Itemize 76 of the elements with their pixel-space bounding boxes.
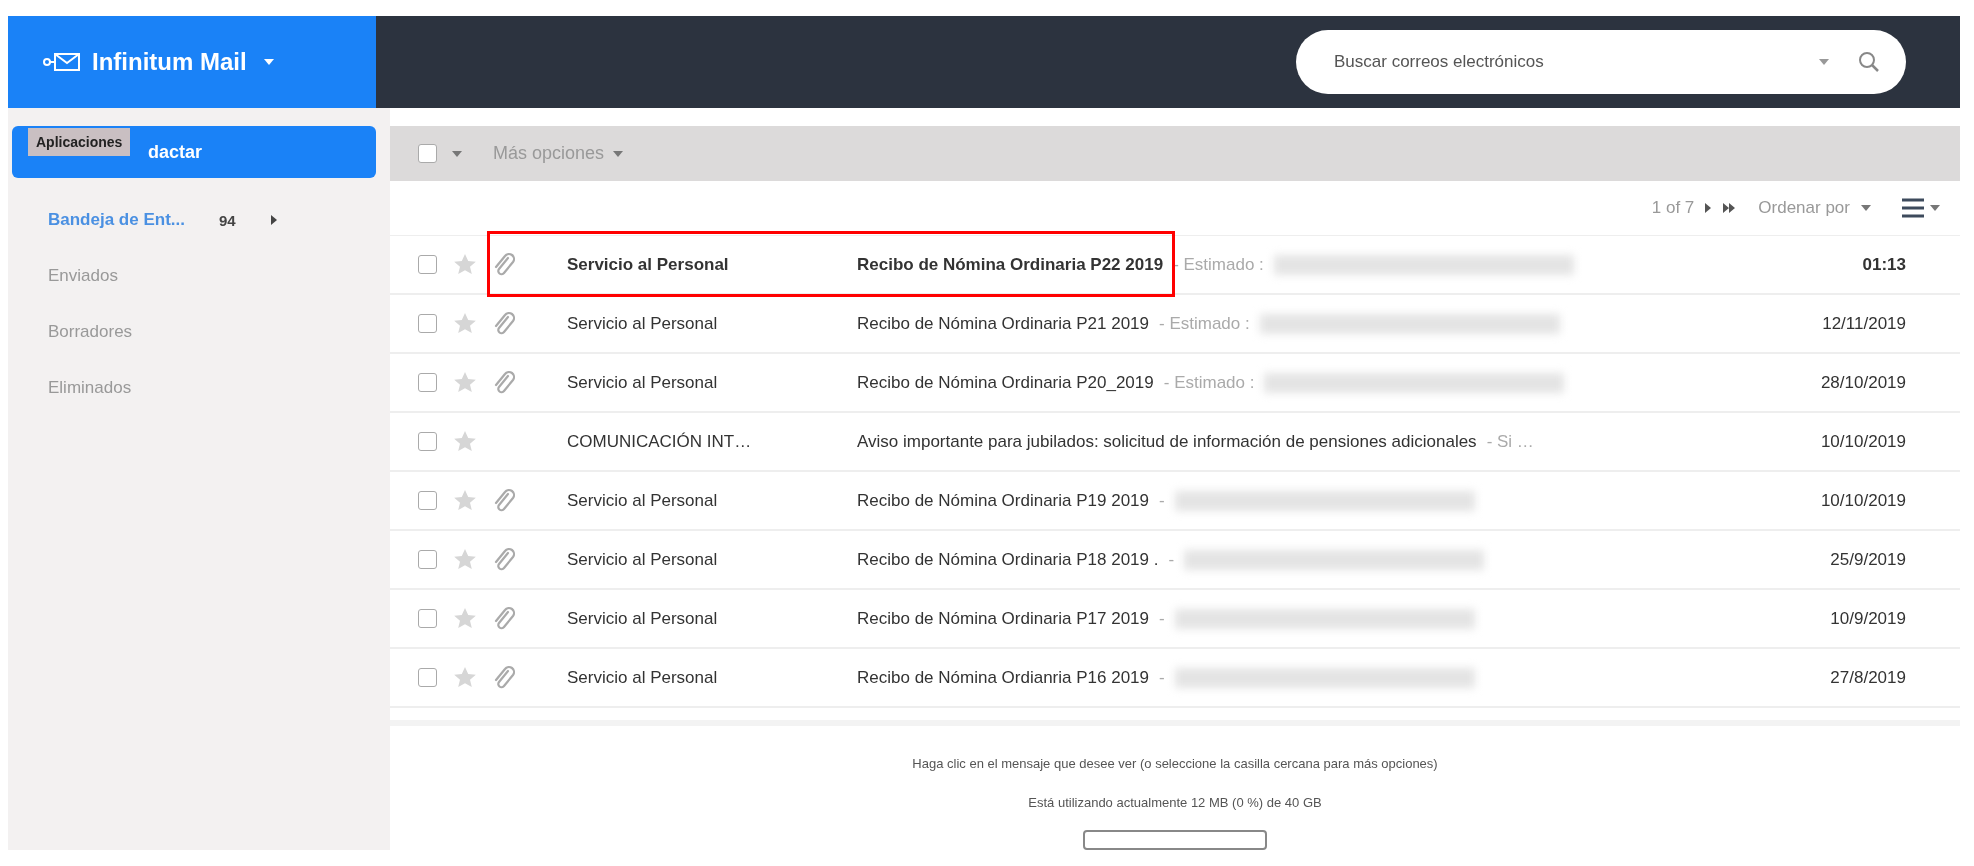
star-icon[interactable] [453, 429, 477, 454]
message-preview: - Estimado : [1173, 254, 1264, 275]
row-checkbox[interactable] [418, 314, 437, 333]
last-page-icon[interactable] [1722, 202, 1737, 214]
sender-name: Servicio al Personal [567, 667, 719, 688]
search-field[interactable]: Buscar correos electrónicos [1296, 30, 1906, 94]
menu-icon[interactable] [1900, 197, 1942, 219]
sender-name: Servicio al Personal [567, 254, 730, 275]
message-date: 28/10/2019 [1819, 372, 1907, 393]
message-subject: Recibo de Nómina Ordinaria P19 2019 [857, 490, 1149, 511]
star-icon[interactable] [453, 370, 477, 395]
row-checkbox[interactable] [418, 373, 437, 392]
message-preview: - Si … [1486, 431, 1534, 452]
message-row[interactable]: Servicio al Personal Recibo de Nómina Ordinaria P18 2019 . - 25/9/2019 [390, 531, 1960, 590]
message-date: 25/9/2019 [1829, 549, 1907, 570]
caret-down-icon[interactable] [451, 149, 463, 158]
message-subject: Recibo de Nómina Ordinaria P18 2019 . [857, 549, 1159, 570]
sender-name: Servicio al Personal [567, 549, 719, 570]
select-all-checkbox[interactable] [418, 144, 437, 163]
message-preview: - [1168, 549, 1175, 570]
message-row[interactable]: Servicio al Personal Recibo de Nómina Ordinaria P20_2019 - Estimado : 28/10/2019 [390, 354, 1960, 413]
tooltip: Aplicaciones [28, 128, 131, 156]
caret-down-icon[interactable] [612, 149, 625, 158]
sender-name: Servicio al Personal [567, 313, 719, 334]
message-subject: Recibo de Nómina Ordinaria P17 2019 [857, 608, 1149, 629]
message-row[interactable]: COMUNICACIÓN INT… Aviso importante para jubilados: solicitud de información de pensiones adicionales - Si … 10/10/2019 [390, 413, 1960, 472]
message-row[interactable]: Servicio al Personal Recibo de Nómina Ordinaria P19 2019 - 10/10/2019 [390, 472, 1960, 531]
message-subject: Recibo de Nómina Ordinaria P22 2019 [857, 254, 1164, 275]
message-subject: Recibo de Nómina Ordinaria P21 2019 [857, 313, 1149, 334]
sender-name: Servicio al Personal [567, 490, 719, 511]
envelope-logo-icon [42, 51, 82, 73]
star-icon[interactable] [453, 311, 477, 336]
message-row[interactable]: Servicio al Personal Recibo de Nómina Ordianria P16 2019 - 27/8/2019 [390, 649, 1960, 708]
sender-name: COMUNICACIÓN INT… [567, 431, 753, 452]
row-checkbox[interactable] [418, 491, 437, 510]
message-subject: Aviso importante para jubilados: solicitud de información de pensiones adicionales [857, 431, 1477, 452]
star-icon[interactable] [453, 252, 477, 277]
message-preview: - Estimado : [1159, 313, 1250, 334]
star-icon[interactable] [453, 665, 477, 690]
message-row[interactable]: Servicio al Personal Recibo de Nómina Ordinaria P22 2019 - Estimado : 01:13 [390, 236, 1960, 295]
message-date: 01:13 [1861, 254, 1907, 275]
message-preview: - Estimado : [1163, 372, 1255, 393]
message-date: 12/11/2019 [1821, 313, 1907, 334]
star-icon[interactable] [453, 606, 477, 631]
search-icon[interactable] [1858, 51, 1880, 73]
message-subject: Recibo de Nómina Ordinaria P20_2019 [857, 372, 1154, 393]
message-row[interactable]: Servicio al Personal Recibo de Nómina Ordinaria P17 2019 - 10/9/2019 [390, 590, 1960, 649]
next-page-icon[interactable] [1704, 202, 1713, 214]
message-date: 10/9/2019 [1829, 608, 1907, 629]
caret-down-icon [262, 58, 275, 66]
message-row[interactable]: Servicio al Personal Recibo de Nómina Ordinaria P21 2019 - Estimado : 12/11/2019 [390, 295, 1960, 354]
message-date: 10/10/2019 [1819, 490, 1907, 511]
message-date: 27/8/2019 [1829, 667, 1907, 688]
message-preview: - [1159, 608, 1165, 629]
message-subject: Recibo de Nómina Ordianria P16 2019 [857, 667, 1149, 688]
sender-name: Servicio al Personal [567, 608, 719, 629]
folder-item[interactable]: Bandeja de Ent... 94 [12, 192, 390, 248]
page-range: 1 of 7 [1651, 198, 1695, 218]
star-icon[interactable] [453, 547, 477, 572]
caret-right-icon[interactable] [269, 214, 278, 226]
row-checkbox[interactable] [418, 609, 437, 628]
message-preview: - [1159, 490, 1165, 511]
message-preview: - [1159, 667, 1165, 688]
row-checkbox[interactable] [418, 668, 437, 687]
message-date: 10/10/2019 [1819, 431, 1907, 452]
storage-usage: Está utilizando actualmente 12 MB (0 %) de 40 GB [1028, 795, 1322, 810]
row-checkbox[interactable] [418, 550, 437, 569]
unread-count: 94 [219, 211, 236, 229]
sender-name: Servicio al Personal [567, 372, 719, 393]
app-menu-button[interactable]: Infinitum Mail [8, 16, 376, 108]
caret-down-icon[interactable] [1860, 204, 1872, 212]
row-checkbox[interactable] [418, 432, 437, 451]
caret-down-icon[interactable] [1818, 58, 1830, 66]
hint-text: Haga clic en el mensaje que desee ver (o seleccione la casilla cercana para más opciones) [912, 756, 1438, 771]
row-checkbox[interactable] [418, 255, 437, 274]
star-icon[interactable] [453, 488, 477, 513]
